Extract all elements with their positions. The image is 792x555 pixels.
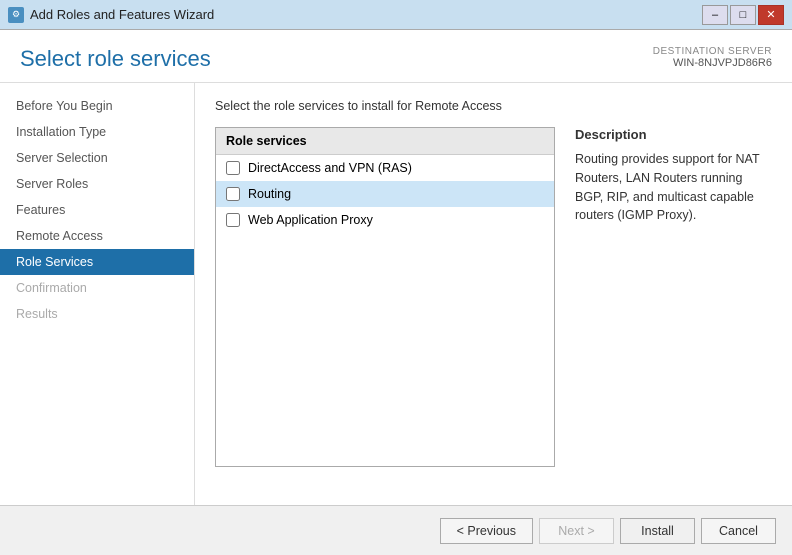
role-service-checkbox-1[interactable] [226,187,240,201]
cancel-button[interactable]: Cancel [701,518,776,544]
description-panel: Description Routing provides support for… [575,127,772,225]
title-bar-left: ⚙ Add Roles and Features Wizard [8,7,214,23]
role-service-label: Routing [248,187,291,201]
role-service-checkbox-2[interactable] [226,213,240,227]
destination-server-info: DESTINATION SERVER WIN-8NJVPJD86R6 [653,46,772,69]
maximize-button[interactable]: □ [730,5,756,25]
destination-label: DESTINATION SERVER [653,46,772,57]
description-text: Routing provides support for NAT Routers… [575,150,772,225]
sidebar-item-confirmation[interactable]: Confirmation [0,275,194,301]
title-bar: ⚙ Add Roles and Features Wizard – □ ✕ [0,0,792,30]
role-service-label: DirectAccess and VPN (RAS) [248,161,412,175]
close-button[interactable]: ✕ [758,5,784,25]
next-button[interactable]: Next > [539,518,614,544]
install-button[interactable]: Install [620,518,695,544]
sidebar-item-server-roles[interactable]: Server Roles [0,171,194,197]
sidebar-item-server-selection[interactable]: Server Selection [0,145,194,171]
window-controls: – □ ✕ [702,5,784,25]
page-title: Select role services [20,46,211,72]
server-name: WIN-8NJVPJD86R6 [653,57,772,69]
role-service-item[interactable]: Routing [216,181,554,207]
role-service-label: Web Application Proxy [248,213,373,227]
role-service-item[interactable]: DirectAccess and VPN (RAS) [216,155,554,181]
sidebar-item-results[interactable]: Results [0,301,194,327]
role-service-checkbox-0[interactable] [226,161,240,175]
sidebar-item-before-you-begin[interactable]: Before You Begin [0,93,194,119]
body-area: Before You BeginInstallation TypeServer … [0,83,792,505]
window-body: Select role services DESTINATION SERVER … [0,30,792,555]
description-title: Description [575,127,772,142]
role-services-header: Role services [216,128,554,155]
sidebar: Before You BeginInstallation TypeServer … [0,83,195,505]
two-column-layout: Role services DirectAccess and VPN (RAS)… [215,127,772,467]
role-service-item[interactable]: Web Application Proxy [216,207,554,233]
sidebar-item-role-services[interactable]: Role Services [0,249,194,275]
sidebar-item-installation-type[interactable]: Installation Type [0,119,194,145]
app-icon: ⚙ [8,7,24,23]
footer: < Previous Next > Install Cancel [0,505,792,555]
window-title: Add Roles and Features Wizard [30,7,214,22]
sidebar-item-remote-access[interactable]: Remote Access [0,223,194,249]
main-content: Select the role services to install for … [195,83,792,505]
previous-button[interactable]: < Previous [440,518,533,544]
page-header: Select role services DESTINATION SERVER … [0,30,792,83]
role-services-panel: Role services DirectAccess and VPN (RAS)… [215,127,555,467]
sidebar-item-features[interactable]: Features [0,197,194,223]
minimize-button[interactable]: – [702,5,728,25]
instruction-text: Select the role services to install for … [215,99,772,113]
